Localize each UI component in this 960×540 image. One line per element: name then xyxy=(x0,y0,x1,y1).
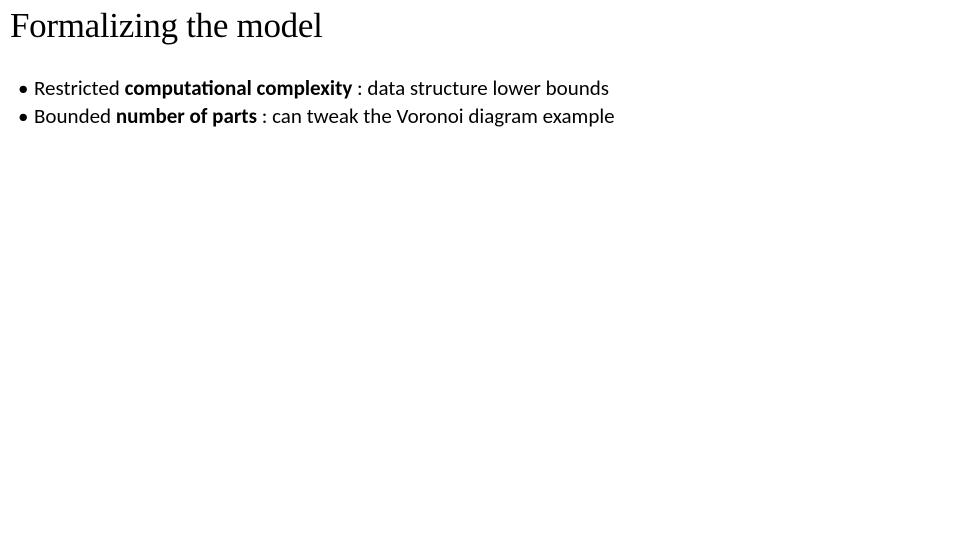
bullet-list: Restricted computational complexity : da… xyxy=(10,74,950,131)
bullet-bold: number of parts xyxy=(116,103,257,129)
slide-title: Formalizing the model xyxy=(10,6,950,46)
slide: Formalizing the model Restricted computa… xyxy=(0,0,960,137)
bullet-prefix: Restricted xyxy=(34,75,125,101)
bullet-suffix: : can tweak the Voronoi diagram example xyxy=(257,103,615,129)
bullet-bold: computational complexity xyxy=(125,75,353,101)
list-item: Bounded number of parts : can tweak the … xyxy=(18,102,950,130)
bullet-prefix: Bounded xyxy=(34,103,116,129)
list-item: Restricted computational complexity : da… xyxy=(18,74,950,102)
bullet-suffix: : data structure lower bounds xyxy=(352,75,609,101)
